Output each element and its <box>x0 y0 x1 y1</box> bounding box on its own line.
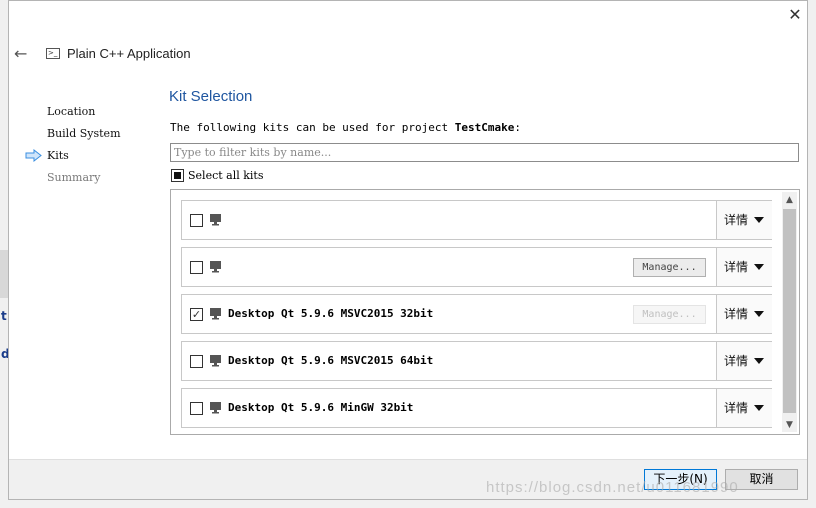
monitor-icon <box>210 308 221 320</box>
kit-row: Desktop Qt 5.9.6 MinGW 32bit 详情 <box>181 388 772 428</box>
kit-row: Desktop Qt 5.9.6 MSVC2015 64bit 详情 <box>181 341 772 381</box>
kit-row: ✓ Desktop Qt 5.9.6 MSVC2015 32bit Manage… <box>181 294 772 334</box>
kit-checkbox[interactable] <box>190 214 203 227</box>
wizard-title: Plain C++ Application <box>67 46 191 61</box>
kit-checkbox[interactable] <box>190 355 203 368</box>
caret-down-icon <box>754 217 764 223</box>
kit-name: Desktop Qt 5.9.6 MSVC2015 32bit <box>228 307 434 320</box>
details-dropdown-button[interactable]: 详情 <box>716 389 772 427</box>
scroll-down-icon[interactable]: ▼ <box>782 418 797 432</box>
caret-down-icon <box>754 264 764 270</box>
kit-checkbox[interactable]: ✓ <box>190 308 203 321</box>
scroll-up-icon[interactable]: ▲ <box>782 193 797 207</box>
back-arrow-icon[interactable]: ← <box>14 44 27 63</box>
monitor-icon <box>210 261 221 273</box>
kit-name: Desktop Qt 5.9.6 MinGW 32bit <box>228 401 414 414</box>
kit-row: 详情 <box>181 200 772 240</box>
step-summary: Summary <box>47 171 101 184</box>
console-app-icon: >_ <box>46 48 60 59</box>
kit-row: Manage... 详情 <box>181 247 772 287</box>
kit-checkbox[interactable] <box>190 261 203 274</box>
select-all-checkbox[interactable] <box>171 169 184 182</box>
close-icon[interactable]: ✕ <box>785 6 805 26</box>
step-kits: Kits <box>47 149 69 162</box>
right-arrow-icon <box>25 149 42 162</box>
intro-text: The following kits can be used for proje… <box>170 121 522 134</box>
step-location: Location <box>47 105 96 118</box>
caret-down-icon <box>754 405 764 411</box>
kit-checkbox[interactable] <box>190 402 203 415</box>
step-build-system: Build System <box>47 127 121 140</box>
kit-name: Desktop Qt 5.9.6 MSVC2015 64bit <box>228 354 434 367</box>
select-all-label[interactable]: Select all kits <box>188 169 264 182</box>
project-name: TestCmake <box>454 121 515 134</box>
manage-button[interactable]: Manage... <box>633 258 706 277</box>
details-dropdown-button[interactable]: 详情 <box>716 295 772 333</box>
monitor-icon <box>210 214 221 226</box>
background-window-text: t <box>1 309 7 323</box>
watermark: https://blog.csdn.net/u011681990 <box>486 479 739 496</box>
details-dropdown-button[interactable]: 详情 <box>716 342 772 380</box>
page-title: Kit Selection <box>169 88 253 105</box>
monitor-icon <box>210 402 221 414</box>
kit-filter-input[interactable]: Type to filter kits by name... <box>170 143 799 162</box>
monitor-icon <box>210 355 221 367</box>
manage-button[interactable]: Manage... <box>633 305 706 324</box>
caret-down-icon <box>754 358 764 364</box>
scrollbar-thumb[interactable] <box>783 209 796 413</box>
details-dropdown-button[interactable]: 详情 <box>716 201 772 239</box>
details-dropdown-button[interactable]: 详情 <box>716 248 772 286</box>
caret-down-icon <box>754 311 764 317</box>
